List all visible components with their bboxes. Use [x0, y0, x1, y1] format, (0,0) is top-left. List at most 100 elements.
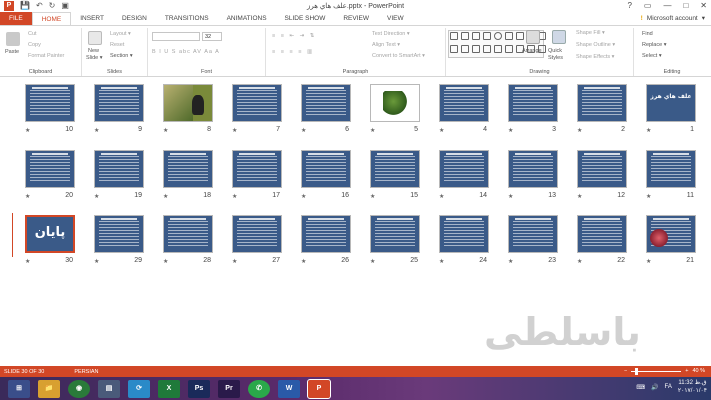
transition-star-icon[interactable]: ★	[370, 258, 375, 265]
arrange-icon[interactable]	[526, 30, 540, 44]
tab-animations[interactable]: ANIMATIONS	[218, 12, 276, 25]
text-direction-button[interactable]: Text Direction ▾	[372, 31, 410, 37]
help-button[interactable]: ?	[627, 0, 631, 12]
zoom-slider[interactable]	[631, 368, 682, 375]
transition-star-icon[interactable]: ★	[370, 193, 375, 200]
font-name-box[interactable]	[152, 32, 200, 41]
slide-thumbnail[interactable]	[508, 215, 558, 253]
transition-star-icon[interactable]: ★	[25, 258, 30, 265]
format-painter-button[interactable]: Format Painter	[28, 53, 64, 59]
slide-thumbnail[interactable]	[370, 150, 420, 188]
zoom-out-button[interactable]: −	[624, 366, 627, 377]
taskbar-powerpoint-icon[interactable]: P	[307, 378, 331, 399]
transition-star-icon[interactable]: ★	[508, 193, 513, 200]
tab-file[interactable]: FILE	[0, 12, 32, 25]
slide-thumbnail[interactable]: علف هاي هرز	[646, 84, 696, 122]
tab-slide-show[interactable]: SLIDE SHOW	[276, 12, 335, 25]
reset-button[interactable]: Reset	[110, 42, 124, 48]
tab-home[interactable]: HOME	[31, 12, 72, 25]
tab-design[interactable]: DESIGN	[113, 12, 156, 25]
taskbar-explorer-icon[interactable]: 📁	[38, 379, 60, 398]
transition-star-icon[interactable]: ★	[439, 127, 444, 134]
section-button[interactable]: Section ▾	[110, 53, 133, 59]
slide-thumbnail[interactable]	[25, 150, 75, 188]
zoom-level[interactable]: 40 %	[692, 366, 705, 377]
slide-thumbnail[interactable]	[94, 215, 144, 253]
cut-button[interactable]: Cut	[28, 31, 37, 37]
paste-icon[interactable]	[6, 32, 20, 46]
select-button[interactable]: Select ▾	[642, 53, 662, 59]
slide-thumbnail[interactable]: پایان	[25, 215, 75, 253]
slide-thumbnail[interactable]	[439, 215, 489, 253]
account-area[interactable]: ! Microsoft account ▾	[641, 14, 705, 23]
slide-thumbnail[interactable]	[301, 215, 351, 253]
taskbar-photoshop-icon[interactable]: Ps	[188, 379, 210, 398]
start-button[interactable]: ⊞	[8, 379, 30, 398]
zoom-in-button[interactable]: +	[685, 366, 688, 377]
transition-star-icon[interactable]: ★	[577, 258, 582, 265]
transition-star-icon[interactable]: ★	[508, 258, 513, 265]
slide-thumbnail[interactable]	[94, 84, 144, 122]
copy-button[interactable]: Copy	[28, 42, 41, 48]
quick-styles-button[interactable]: Quick Styles	[548, 48, 572, 62]
taskbar-chrome-icon[interactable]: ◉	[68, 379, 90, 398]
convert-smartart-button[interactable]: Convert to SmartArt ▾	[372, 53, 425, 59]
clock[interactable]: 11:32 ق.ظ ۲۰۱۷/۰۱/۰۴	[678, 379, 707, 395]
slide-thumbnail[interactable]	[232, 84, 282, 122]
tab-transitions[interactable]: TRANSITIONS	[156, 12, 218, 25]
taskbar-computer-icon[interactable]: ▤	[98, 379, 120, 398]
slide-thumbnail[interactable]	[94, 150, 144, 188]
minimize-button[interactable]: —	[663, 0, 671, 12]
new-slide-button[interactable]: New	[88, 48, 99, 54]
transition-star-icon[interactable]: ★	[94, 127, 99, 134]
font-size-box[interactable]: 32	[202, 32, 222, 41]
account-label[interactable]: Microsoft account	[647, 15, 698, 22]
new-slide-icon[interactable]	[88, 31, 102, 45]
chevron-down-icon[interactable]: ▾	[702, 14, 705, 22]
slide-thumbnail[interactable]	[163, 215, 213, 253]
find-button[interactable]: Find	[642, 31, 653, 37]
transition-star-icon[interactable]: ★	[646, 127, 651, 134]
keyboard-icon[interactable]: ⌨	[636, 384, 645, 391]
slide-thumbnail[interactable]	[163, 84, 213, 122]
transition-star-icon[interactable]: ★	[577, 193, 582, 200]
list-buttons[interactable]: ≡ ≡ ⇤ ⇥ ⇅	[272, 33, 316, 39]
zoom-slider-thumb[interactable]	[634, 368, 638, 375]
slide-thumbnail[interactable]	[646, 150, 696, 188]
ribbon-display-button[interactable]: ▭	[644, 0, 652, 12]
slide-thumbnail[interactable]	[370, 215, 420, 253]
slide-thumbnail[interactable]	[301, 84, 351, 122]
transition-star-icon[interactable]: ★	[439, 193, 444, 200]
transition-star-icon[interactable]: ★	[25, 127, 30, 134]
slide-thumbnail[interactable]	[439, 150, 489, 188]
slide-thumbnail[interactable]	[25, 84, 75, 122]
transition-star-icon[interactable]: ★	[370, 127, 375, 134]
close-button[interactable]: ✕	[700, 0, 707, 12]
slide-thumbnail[interactable]	[508, 150, 558, 188]
taskbar-premiere-icon[interactable]: Pr	[218, 379, 240, 398]
transition-star-icon[interactable]: ★	[646, 258, 651, 265]
transition-star-icon[interactable]: ★	[94, 258, 99, 265]
align-buttons[interactable]: ≡ ≡ ≡ ≡ ▥	[272, 49, 314, 55]
arrange-button[interactable]: Arrange	[522, 48, 542, 54]
taskbar-word-icon[interactable]: W	[278, 379, 300, 398]
shape-effects-button[interactable]: Shape Effects ▾	[576, 54, 614, 60]
maximize-button[interactable]: □	[683, 0, 688, 12]
slide-thumbnail[interactable]	[370, 84, 420, 122]
slide-thumbnail[interactable]	[232, 150, 282, 188]
taskbar-whatsapp-icon[interactable]: ✆	[248, 379, 270, 398]
transition-star-icon[interactable]: ★	[163, 127, 168, 134]
new-slide-button-line2[interactable]: Slide ▾	[86, 55, 103, 61]
tray-language[interactable]: FA	[665, 384, 672, 390]
transition-star-icon[interactable]: ★	[301, 127, 306, 134]
replace-button[interactable]: Replace ▾	[642, 42, 666, 48]
language-indicator[interactable]: PERSIAN	[74, 369, 98, 375]
slide-thumbnail[interactable]	[577, 84, 627, 122]
tab-review[interactable]: REVIEW	[334, 12, 378, 25]
slide-thumbnail[interactable]	[163, 150, 213, 188]
tab-insert[interactable]: INSERT	[71, 12, 113, 25]
layout-button[interactable]: Layout ▾	[110, 31, 131, 37]
slide-thumbnail[interactable]	[439, 84, 489, 122]
shape-outline-button[interactable]: Shape Outline ▾	[576, 42, 615, 48]
transition-star-icon[interactable]: ★	[508, 127, 513, 134]
